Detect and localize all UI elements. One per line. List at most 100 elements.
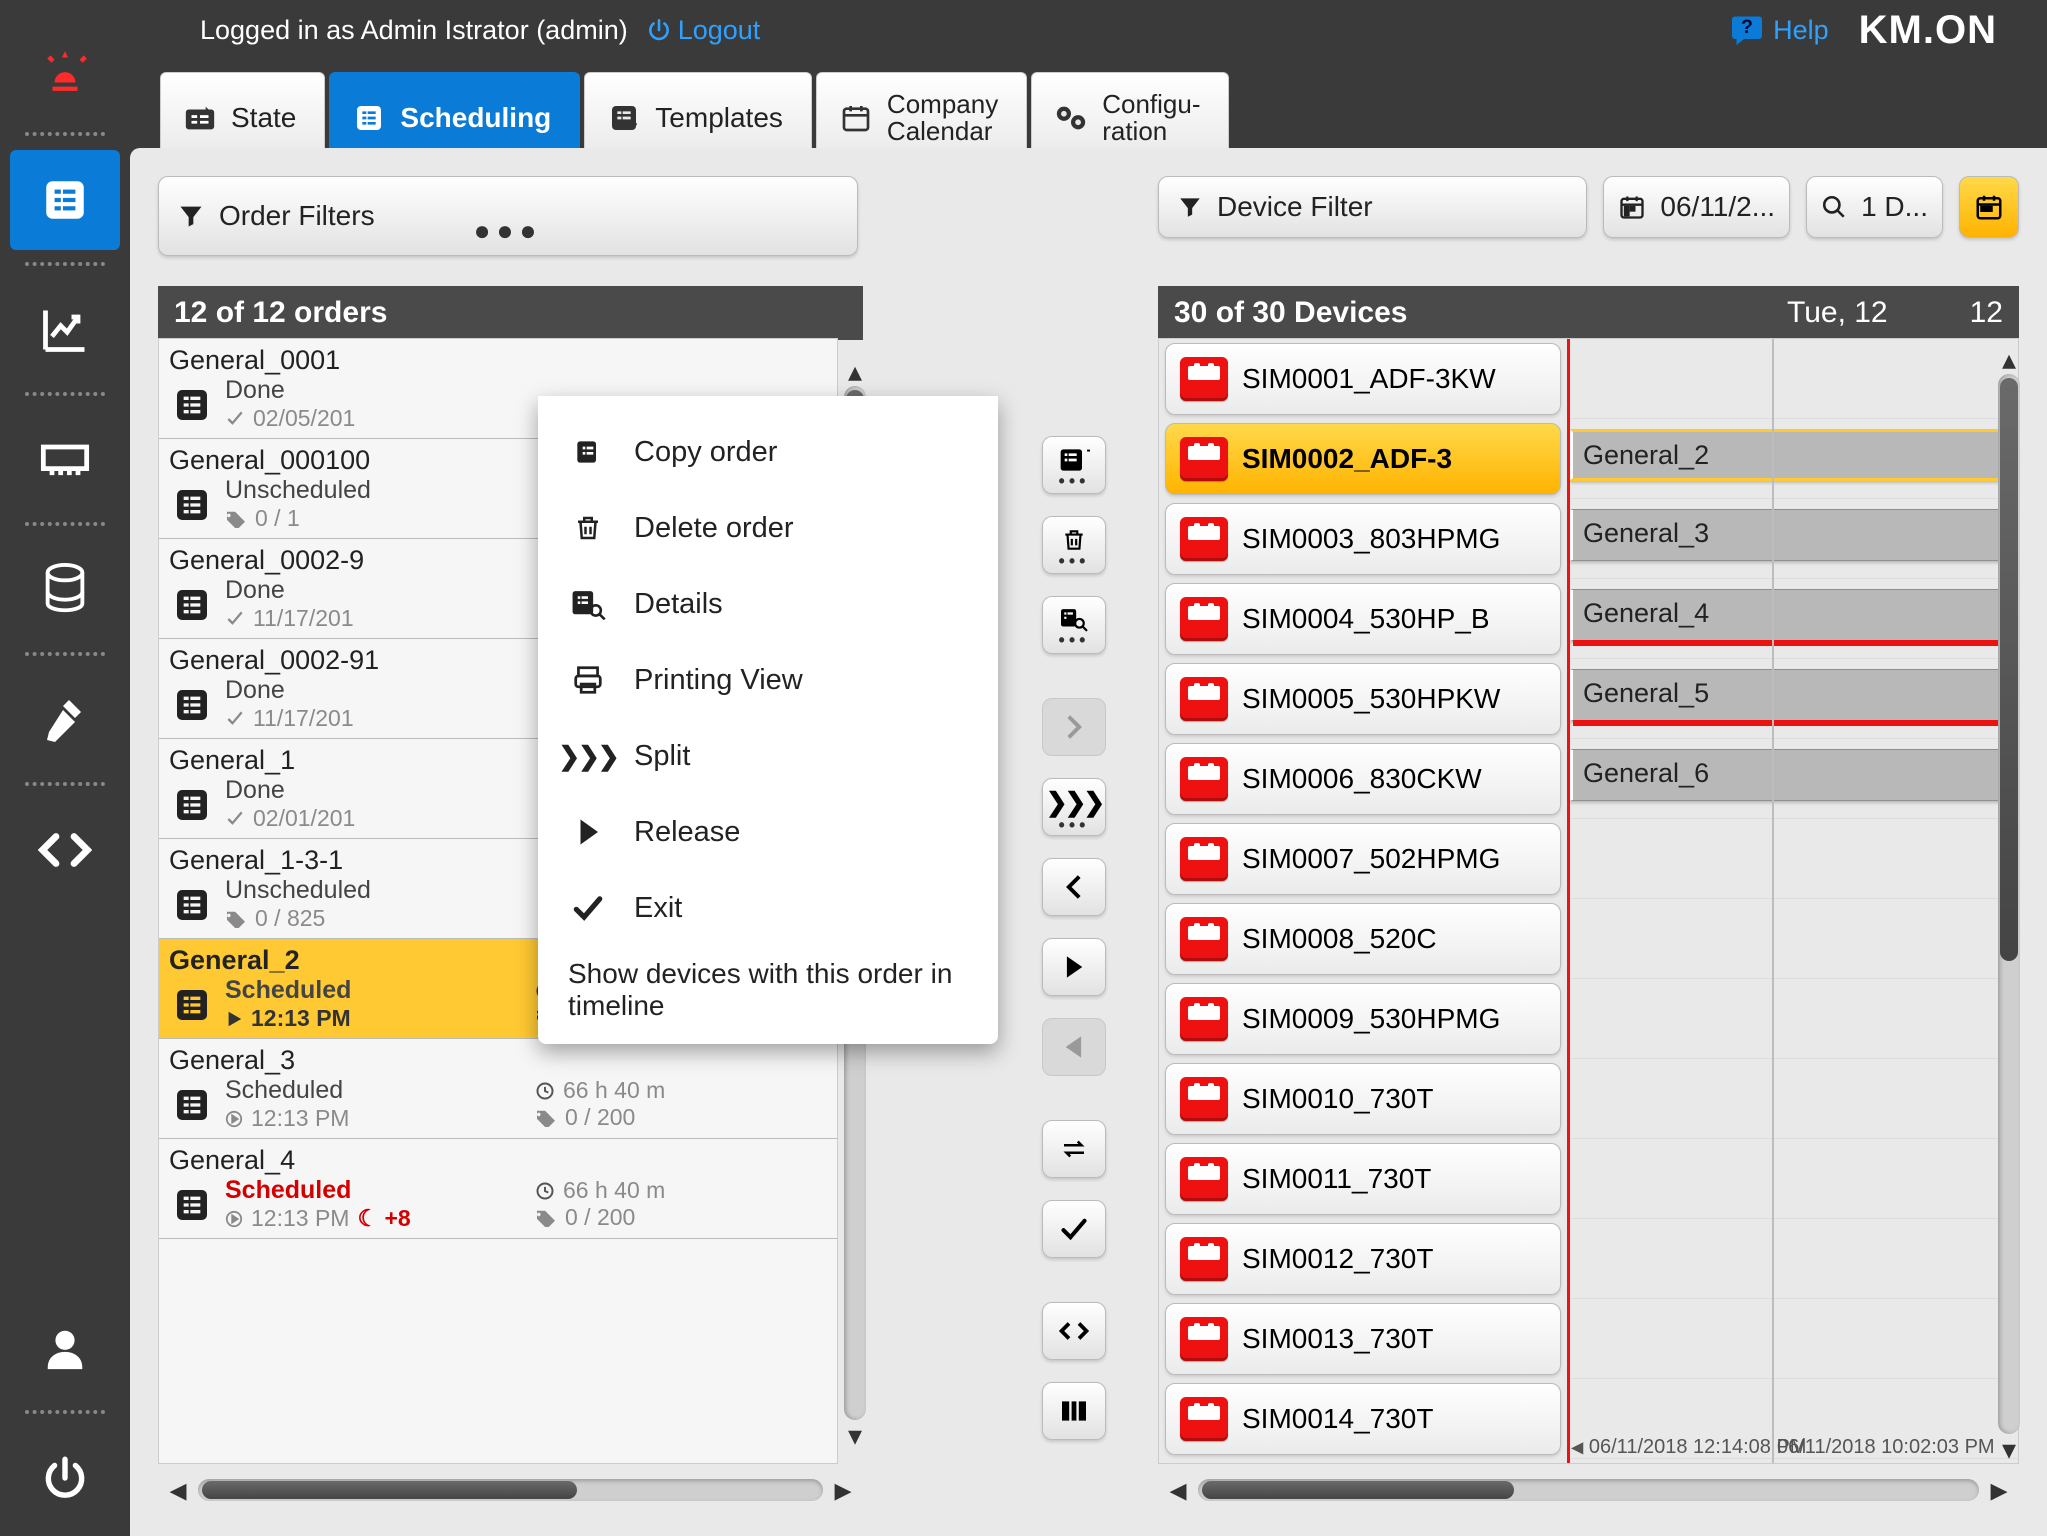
devices-vscroll[interactable]: ▴ ▾	[1997, 344, 2021, 1464]
scroll-left-icon[interactable]: ◂	[158, 1470, 198, 1510]
timeline-cell[interactable]	[1567, 1139, 2018, 1219]
order-filters-button[interactable]: Order Filters ●●●	[158, 176, 858, 256]
mid-swap-button[interactable]	[1042, 1120, 1106, 1178]
timeline-bar[interactable]: General_6	[1569, 749, 2018, 801]
timeline-cell[interactable]	[1567, 819, 2018, 899]
help-link[interactable]: ? Help	[1729, 12, 1829, 48]
mid-button-column: ••• ••• ••• ❯❯❯•••	[1042, 436, 1116, 1440]
device-row[interactable]: SIM0003_803HPMG General_3	[1159, 499, 2018, 579]
device-card[interactable]: SIM0012_730T	[1165, 1223, 1561, 1295]
device-card[interactable]: SIM0011_730T	[1165, 1143, 1561, 1215]
mid-layout-button[interactable]	[1042, 1382, 1106, 1440]
timeline-cell[interactable]	[1567, 1299, 2018, 1379]
menu-printing-view[interactable]: Printing View	[538, 642, 998, 718]
device-card[interactable]: SIM0003_803HPMG	[1165, 503, 1561, 575]
device-row[interactable]: SIM0009_530HPMG	[1159, 979, 2018, 1059]
scroll-left-icon[interactable]: ◂	[1158, 1470, 1198, 1510]
scroll-down-icon[interactable]: ▾	[1997, 1434, 2021, 1464]
timeline-cell[interactable]	[1567, 899, 2018, 979]
date-picker-button[interactable]: 06/11/2...	[1603, 176, 1790, 238]
timeline-cell[interactable]	[1567, 1059, 2018, 1139]
tab-company-calendar[interactable]: Company Calendar	[816, 72, 1027, 160]
timeline-cell[interactable]: General_5	[1567, 659, 2018, 739]
menu-release[interactable]: Release	[538, 794, 998, 870]
logout-link[interactable]: Logout	[646, 15, 761, 46]
timeline-cell[interactable]	[1567, 979, 2018, 1059]
mid-code-button[interactable]	[1042, 1302, 1106, 1360]
device-card[interactable]: SIM0010_730T	[1165, 1063, 1561, 1135]
tab-templates[interactable]: Templates	[584, 72, 812, 160]
scroll-right-icon[interactable]: ▸	[823, 1470, 863, 1510]
scroll-right-icon[interactable]: ▸	[1979, 1470, 2019, 1510]
scroll-up-icon[interactable]: ▴	[843, 356, 867, 386]
nav-list-icon[interactable]	[10, 150, 120, 250]
timeline-bar[interactable]: General_2	[1569, 429, 2018, 481]
device-row[interactable]: SIM0001_ADF-3KW	[1159, 339, 2018, 419]
menu-delete-label: Delete order	[634, 512, 794, 545]
nav-spool-icon[interactable]	[10, 540, 120, 640]
device-row[interactable]: SIM0012_730T	[1159, 1219, 2018, 1299]
timeline-bar[interactable]: General_4	[1569, 589, 2018, 641]
device-row[interactable]: SIM0011_730T	[1159, 1139, 2018, 1219]
mid-check-button[interactable]	[1042, 1200, 1106, 1258]
nav-user-icon[interactable]	[10, 1298, 120, 1398]
timeline-bar[interactable]: General_3	[1569, 509, 2018, 561]
mid-play-button[interactable]	[1042, 938, 1106, 996]
timeline-cell[interactable]	[1567, 1219, 2018, 1299]
device-row[interactable]: SIM0010_730T	[1159, 1059, 2018, 1139]
device-filter-button[interactable]: Device Filter	[1158, 176, 1587, 238]
timeline-cell[interactable]: General_2	[1567, 419, 2018, 499]
mid-fast-forward-button[interactable]: ❯❯❯•••	[1042, 778, 1106, 836]
menu-details[interactable]: Details	[538, 566, 998, 642]
nav-code-icon[interactable]	[10, 800, 120, 900]
nav-analytics-icon[interactable]	[10, 280, 120, 380]
search-button[interactable]: 1 D...	[1806, 176, 1943, 238]
device-card[interactable]: SIM0008_520C	[1165, 903, 1561, 975]
tab-scheduling[interactable]: Scheduling	[329, 72, 580, 160]
nav-machine-icon[interactable]	[10, 410, 120, 510]
timeline-cell[interactable]: General_4	[1567, 579, 2018, 659]
tab-configuration[interactable]: Configu- ration	[1031, 72, 1229, 160]
device-card[interactable]: SIM0014_730T	[1165, 1383, 1561, 1455]
device-card[interactable]: SIM0013_730T	[1165, 1303, 1561, 1375]
menu-exit[interactable]: Exit	[538, 870, 998, 946]
order-item[interactable]: General_3 Scheduled 12:13 PM 66 h 40 m 0…	[159, 1039, 837, 1139]
mid-details-button[interactable]: •••	[1042, 596, 1106, 654]
timeline-cell[interactable]: General_6	[1567, 739, 2018, 819]
orders-hscroll[interactable]: ◂ ▸	[158, 1470, 863, 1510]
timeline-cell[interactable]: General_3	[1567, 499, 2018, 579]
order-item[interactable]: General_4 Scheduled 12:13 PM ☾ +8 66 h 4…	[159, 1139, 837, 1239]
nav-power-icon[interactable]	[10, 1428, 120, 1528]
menu-split[interactable]: ❯❯❯ Split	[538, 718, 998, 794]
device-row[interactable]: SIM0007_502HPMG	[1159, 819, 2018, 899]
scroll-up-icon[interactable]: ▴	[1997, 344, 2021, 374]
device-card[interactable]: SIM0004_530HP_B	[1165, 583, 1561, 655]
nav-tool-icon[interactable]	[10, 670, 120, 770]
device-card[interactable]: SIM0009_530HPMG	[1165, 983, 1561, 1055]
device-row[interactable]: SIM0004_530HP_B General_4	[1159, 579, 2018, 659]
date-label: 06/11/2...	[1660, 191, 1775, 223]
menu-delete-order[interactable]: Delete order	[538, 490, 998, 566]
menu-note[interactable]: Show devices with this order in timeline	[538, 946, 998, 1022]
device-card[interactable]: SIM0006_830CKW	[1165, 743, 1561, 815]
devices-hscroll[interactable]: ◂ ▸	[1158, 1470, 2019, 1510]
device-card[interactable]: SIM0001_ADF-3KW	[1165, 343, 1561, 415]
device-card[interactable]: SIM0007_502HPMG	[1165, 823, 1561, 895]
timeline-cell[interactable]	[1567, 339, 2018, 419]
mid-back-button[interactable]	[1042, 858, 1106, 916]
device-card[interactable]: SIM0005_530HPKW	[1165, 663, 1561, 735]
calendar-toggle-button[interactable]	[1959, 176, 2019, 238]
timeline-bar[interactable]: General_5	[1569, 669, 2018, 721]
mid-delete-button[interactable]: •••	[1042, 516, 1106, 574]
divider	[25, 652, 105, 660]
device-row[interactable]: SIM0013_730T	[1159, 1299, 2018, 1379]
device-row[interactable]: SIM0006_830CKW General_6	[1159, 739, 2018, 819]
tab-state[interactable]: State	[160, 72, 325, 160]
mid-add-list-button[interactable]: •••	[1042, 436, 1106, 494]
menu-copy-order[interactable]: Copy order	[538, 414, 998, 490]
scroll-down-icon[interactable]: ▾	[843, 1420, 867, 1450]
alarm-icon[interactable]	[10, 20, 120, 120]
device-row[interactable]: SIM0005_530HPKW General_5	[1159, 659, 2018, 739]
device-row[interactable]: SIM0002_ADF-3 General_2	[1159, 419, 2018, 499]
device-row[interactable]: SIM0008_520C	[1159, 899, 2018, 979]
